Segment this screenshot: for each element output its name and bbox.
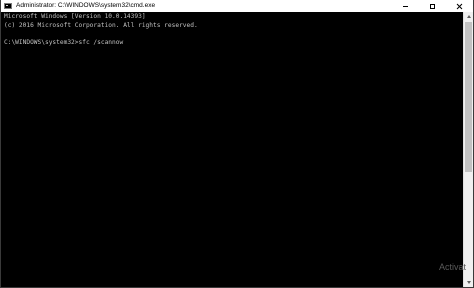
- window-controls: [392, 0, 473, 12]
- scroll-up-button[interactable]: [464, 12, 473, 21]
- console-line-version: Microsoft Windows [Version 10.0.14393]: [4, 13, 146, 20]
- scroll-down-button[interactable]: [464, 278, 473, 287]
- console-output[interactable]: Microsoft Windows [Version 10.0.14393] (…: [4, 13, 459, 285]
- scroll-thumb[interactable]: [465, 22, 472, 172]
- minimize-button[interactable]: [392, 0, 419, 12]
- title-bar[interactable]: Administrator: C:\WINDOWS\system32\cmd.e…: [1, 0, 473, 12]
- maximize-button[interactable]: [419, 0, 446, 12]
- cmd-console-icon[interactable]: [4, 3, 12, 9]
- console-prompt-line[interactable]: C:\WINDOWS\system32>sfc /scannow: [4, 39, 459, 48]
- vertical-scrollbar[interactable]: [463, 12, 473, 287]
- cmd-window: Administrator: C:\WINDOWS\system32\cmd.e…: [0, 0, 474, 288]
- console-line-copyright: (c) 2016 Microsoft Corporation. All righ…: [4, 21, 198, 29]
- close-icon: [457, 3, 463, 9]
- maximize-icon: [430, 3, 435, 9]
- arrow-up-icon: [466, 15, 471, 18]
- arrow-down-icon: [466, 281, 471, 284]
- window-title: Administrator: C:\WINDOWS\system32\cmd.e…: [16, 2, 156, 9]
- minimize-icon: [403, 5, 408, 7]
- close-button[interactable]: [446, 0, 473, 12]
- activation-watermark: Activat: [439, 262, 467, 272]
